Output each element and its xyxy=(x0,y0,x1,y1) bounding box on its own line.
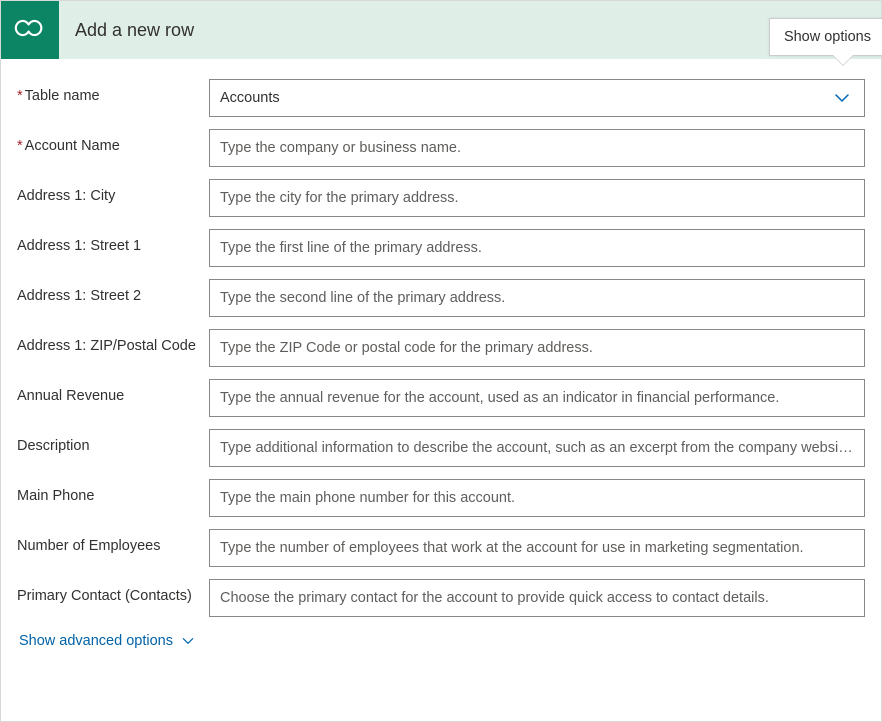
row-main-phone: Main Phone xyxy=(17,479,865,517)
input-annual-revenue[interactable] xyxy=(209,379,865,417)
row-address-city: Address 1: City xyxy=(17,179,865,217)
input-account-name[interactable] xyxy=(209,129,865,167)
label-primary-contact: Primary Contact (Contacts) xyxy=(17,579,209,606)
row-address-zip: Address 1: ZIP/Postal Code xyxy=(17,329,865,367)
label-num-employees: Number of Employees xyxy=(17,529,209,556)
label-address-street1: Address 1: Street 1 xyxy=(17,229,209,256)
row-table-name: Table name xyxy=(17,79,865,117)
show-options-tooltip[interactable]: Show options xyxy=(769,18,882,56)
label-table-name: Table name xyxy=(17,79,209,106)
row-description: Description xyxy=(17,429,865,467)
table-name-select[interactable] xyxy=(209,79,865,117)
table-name-value[interactable] xyxy=(209,79,865,117)
row-annual-revenue: Annual Revenue xyxy=(17,379,865,417)
chevron-down-icon xyxy=(181,634,195,648)
input-address-city[interactable] xyxy=(209,179,865,217)
row-account-name: Account Name xyxy=(17,129,865,167)
header-bar: Add a new row Show options xyxy=(1,1,881,59)
input-address-street1[interactable] xyxy=(209,229,865,267)
input-num-employees[interactable] xyxy=(209,529,865,567)
advanced-options-label: Show advanced options xyxy=(19,633,173,649)
input-primary-contact[interactable] xyxy=(209,579,865,617)
label-annual-revenue: Annual Revenue xyxy=(17,379,209,406)
row-primary-contact: Primary Contact (Contacts) xyxy=(17,579,865,617)
label-address-street2: Address 1: Street 2 xyxy=(17,279,209,306)
dataverse-icon xyxy=(13,11,47,49)
header-title: Add a new row xyxy=(75,20,194,41)
connector-logo xyxy=(1,1,59,59)
form-body: Table name Account Name Address 1: City … xyxy=(1,59,881,721)
row-address-street1: Address 1: Street 1 xyxy=(17,229,865,267)
input-address-zip[interactable] xyxy=(209,329,865,367)
label-description: Description xyxy=(17,429,209,456)
dialog-add-new-row: Add a new row Show options Table name Ac… xyxy=(0,0,882,722)
label-main-phone: Main Phone xyxy=(17,479,209,506)
label-account-name: Account Name xyxy=(17,129,209,156)
input-description[interactable] xyxy=(209,429,865,467)
label-address-zip: Address 1: ZIP/Postal Code xyxy=(17,329,209,356)
row-address-street2: Address 1: Street 2 xyxy=(17,279,865,317)
input-main-phone[interactable] xyxy=(209,479,865,517)
show-advanced-options[interactable]: Show advanced options xyxy=(19,633,195,649)
row-num-employees: Number of Employees xyxy=(17,529,865,567)
label-address-city: Address 1: City xyxy=(17,179,209,206)
input-address-street2[interactable] xyxy=(209,279,865,317)
